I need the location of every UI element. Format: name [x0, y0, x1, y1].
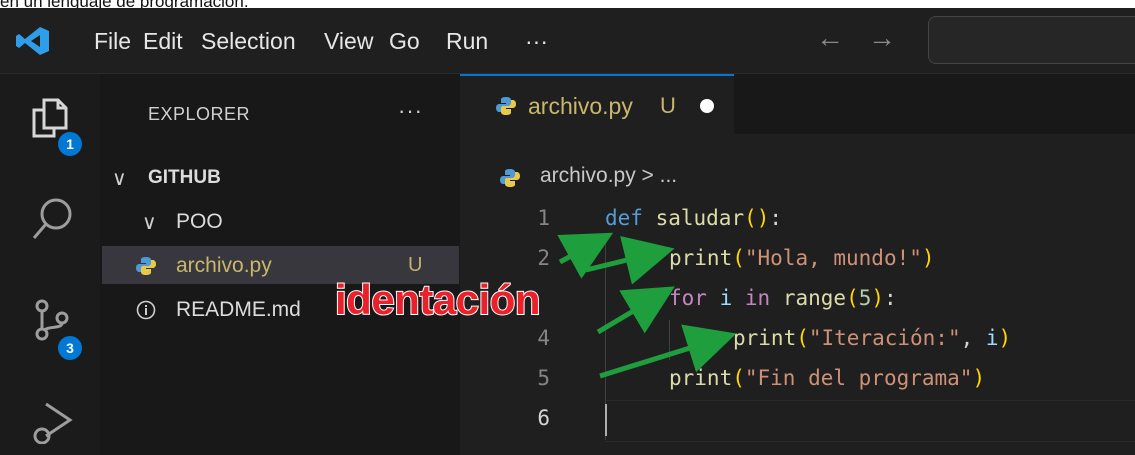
file-row-readme[interactable]: README.md: [102, 290, 459, 328]
activity-bar: 1 3: [0, 74, 100, 455]
vscode-window: File Edit Selection View Go Run ··· ← → …: [0, 8, 1135, 455]
workspace-label: GITHUB: [148, 167, 221, 188]
back-arrow-icon[interactable]: ←: [816, 22, 844, 54]
line-number: 2: [537, 246, 550, 270]
untracked-badge: U: [408, 254, 423, 276]
explorer-more-actions[interactable]: ···: [398, 98, 423, 124]
file-label: README.md: [176, 298, 301, 321]
tab-bar: archivo.py U: [460, 74, 1135, 136]
menu-go[interactable]: Go: [389, 28, 420, 55]
workspace-row[interactable]: ∨ GITHUB: [102, 158, 459, 196]
line-number: 1: [537, 206, 550, 230]
code-line-6[interactable]: 6: [460, 400, 1135, 440]
tab-untracked-badge: U: [660, 93, 676, 118]
code-text: print("Iteración:", i): [733, 326, 1012, 350]
vscode-logo-icon: [16, 27, 49, 55]
line-number: 5: [537, 366, 550, 390]
chevron-down-icon: ∨: [112, 168, 127, 190]
info-icon: [136, 300, 156, 320]
explorer-sidebar: EXPLORER ··· ∨ GITHUB ∨ POO archivo.py U…: [102, 74, 459, 455]
search-icon[interactable]: [28, 194, 76, 242]
tab-label: archivo.py: [528, 93, 633, 119]
menu-edit[interactable]: Edit: [143, 28, 183, 55]
tab-archivo[interactable]: archivo.py U: [460, 74, 734, 136]
folder-row-poo[interactable]: ∨ POO: [102, 202, 459, 240]
code-text: def saludar():: [605, 206, 783, 230]
title-bar: File Edit Selection View Go Run ··· ← →: [0, 8, 1135, 74]
code-line-5[interactable]: 5 print("Fin del programa"): [460, 360, 1135, 400]
code-line-4[interactable]: 4 print("Iteración:", i): [460, 320, 1135, 360]
file-label: archivo.py: [176, 254, 272, 277]
run-debug-icon[interactable]: [28, 396, 76, 444]
command-center-search[interactable]: [928, 16, 1135, 64]
code-line-3[interactable]: for i in range(5):: [460, 280, 1135, 320]
folder-label: POO: [176, 210, 223, 233]
python-file-icon: [500, 169, 520, 187]
line-number: 6: [537, 406, 550, 430]
code-line-1[interactable]: 1 def saludar():: [460, 200, 1135, 240]
code-text: for i in range(5):: [669, 286, 897, 310]
python-file-icon: [136, 257, 156, 275]
code-text: print("Hola, mundo!"): [669, 246, 935, 270]
code-line-2[interactable]: 2 print("Hola, mundo!"): [460, 240, 1135, 280]
breadcrumb[interactable]: archivo.py > ...: [540, 164, 677, 188]
text-cursor: [605, 404, 607, 436]
line-number: 4: [537, 326, 550, 350]
chevron-down-icon: ∨: [142, 212, 157, 234]
python-file-icon: [496, 97, 516, 115]
explorer-badge: 1: [58, 132, 82, 156]
forward-arrow-icon[interactable]: →: [868, 22, 896, 54]
source-control-badge: 3: [58, 336, 82, 360]
file-row-archivo[interactable]: archivo.py U: [102, 246, 459, 284]
menu-more[interactable]: ···: [525, 28, 548, 55]
menu-run[interactable]: Run: [446, 28, 488, 55]
code-text: print("Fin del programa"): [669, 366, 986, 390]
menu-selection[interactable]: Selection: [201, 28, 296, 55]
menu-view[interactable]: View: [324, 28, 373, 55]
page-caption: en un lenguaje de programación.: [0, 0, 249, 11]
unsaved-dot-icon[interactable]: [700, 99, 714, 113]
menu-file[interactable]: File: [94, 28, 131, 55]
editor-area: archivo.py U archivo.py > ... 1 def salu…: [460, 74, 1135, 455]
explorer-title: EXPLORER: [148, 104, 251, 124]
